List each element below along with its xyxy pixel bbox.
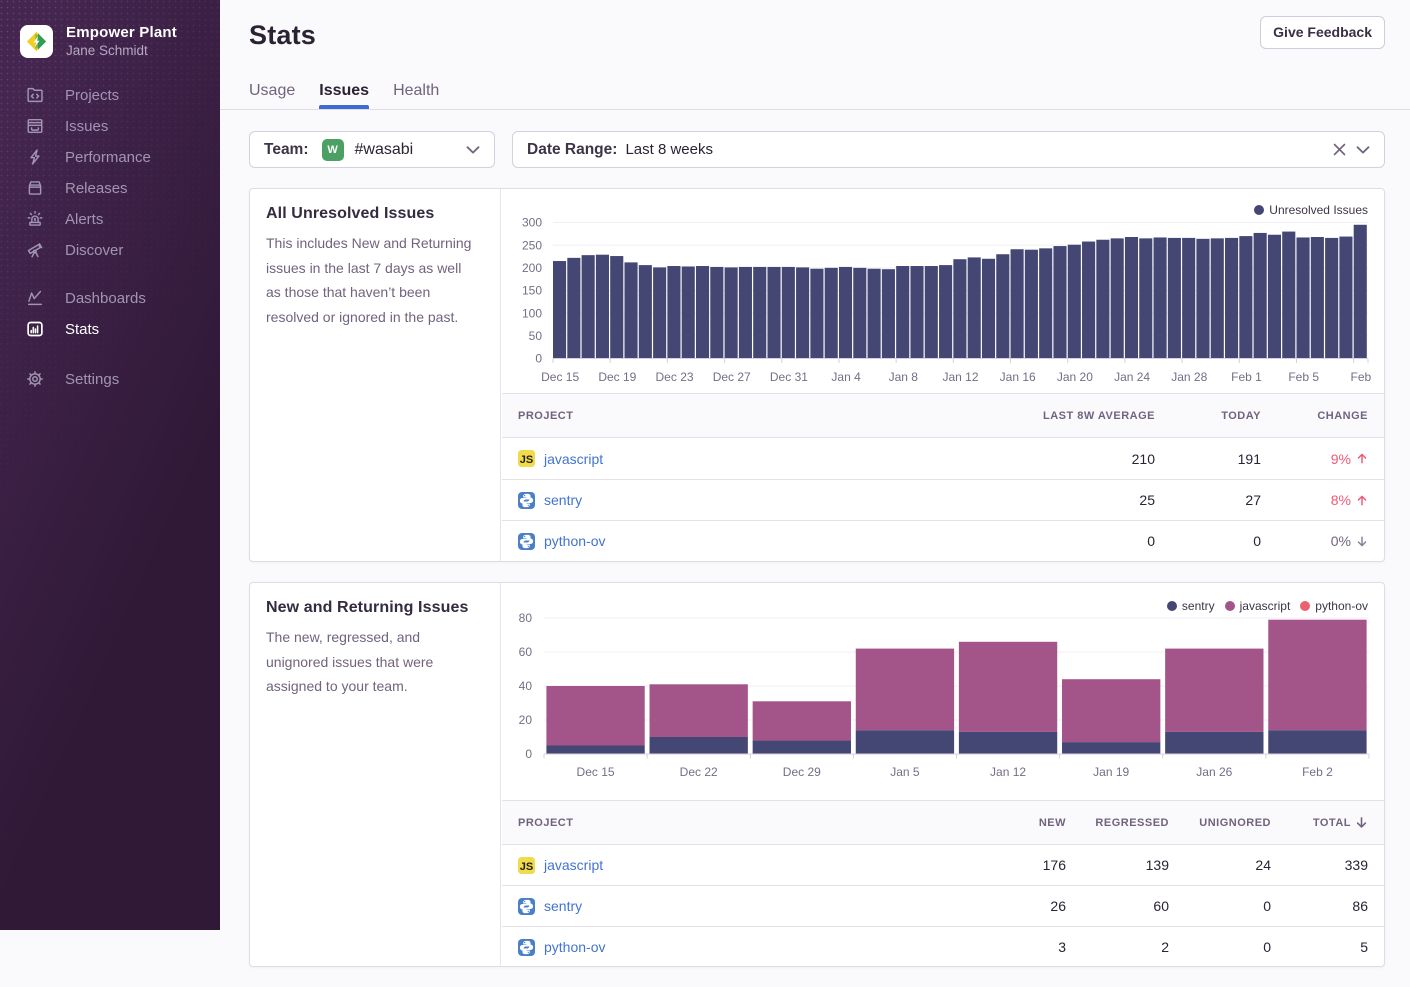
svg-text:250: 250 (522, 238, 542, 252)
svg-text:Dec 19: Dec 19 (598, 370, 636, 384)
svg-text:Jan 4: Jan 4 (831, 370, 861, 384)
svg-text:300: 300 (522, 216, 542, 230)
svg-text:Feb 5: Feb 5 (1288, 370, 1319, 384)
svg-text:Jan 19: Jan 19 (1093, 765, 1129, 779)
svg-text:60: 60 (519, 645, 533, 659)
svg-text:0: 0 (525, 747, 532, 761)
svg-text:200: 200 (522, 261, 542, 275)
svg-text:Jan 20: Jan 20 (1057, 370, 1093, 384)
svg-text:Feb 1: Feb 1 (1231, 370, 1262, 384)
svg-text:Jan 28: Jan 28 (1171, 370, 1207, 384)
svg-text:80: 80 (519, 611, 533, 625)
svg-text:50: 50 (529, 329, 543, 343)
svg-text:Dec 15: Dec 15 (541, 370, 579, 384)
svg-text:Jan 12: Jan 12 (942, 370, 978, 384)
svg-text:Jan 16: Jan 16 (1000, 370, 1036, 384)
svg-text:Jan 12: Jan 12 (990, 765, 1026, 779)
svg-text:Dec 31: Dec 31 (770, 370, 808, 384)
svg-text:150: 150 (522, 284, 542, 298)
svg-text:0: 0 (535, 352, 542, 366)
svg-text:Dec 22: Dec 22 (680, 765, 718, 779)
svg-text:JS: JS (520, 860, 533, 872)
svg-text:Jan 8: Jan 8 (889, 370, 919, 384)
svg-text:JS: JS (520, 454, 533, 466)
svg-text:Jan 24: Jan 24 (1114, 370, 1150, 384)
svg-text:Dec 27: Dec 27 (713, 370, 751, 384)
svg-text:Feb 2: Feb 2 (1302, 765, 1333, 779)
svg-text:Feb: Feb (1351, 370, 1372, 384)
svg-text:Dec 15: Dec 15 (577, 765, 615, 779)
svg-text:40: 40 (519, 679, 533, 693)
svg-text:Dec 29: Dec 29 (783, 765, 821, 779)
svg-text:Dec 23: Dec 23 (656, 370, 694, 384)
svg-text:20: 20 (519, 713, 533, 727)
svg-text:100: 100 (522, 306, 542, 320)
svg-text:Jan 5: Jan 5 (890, 765, 920, 779)
svg-text:Jan 26: Jan 26 (1196, 765, 1232, 779)
